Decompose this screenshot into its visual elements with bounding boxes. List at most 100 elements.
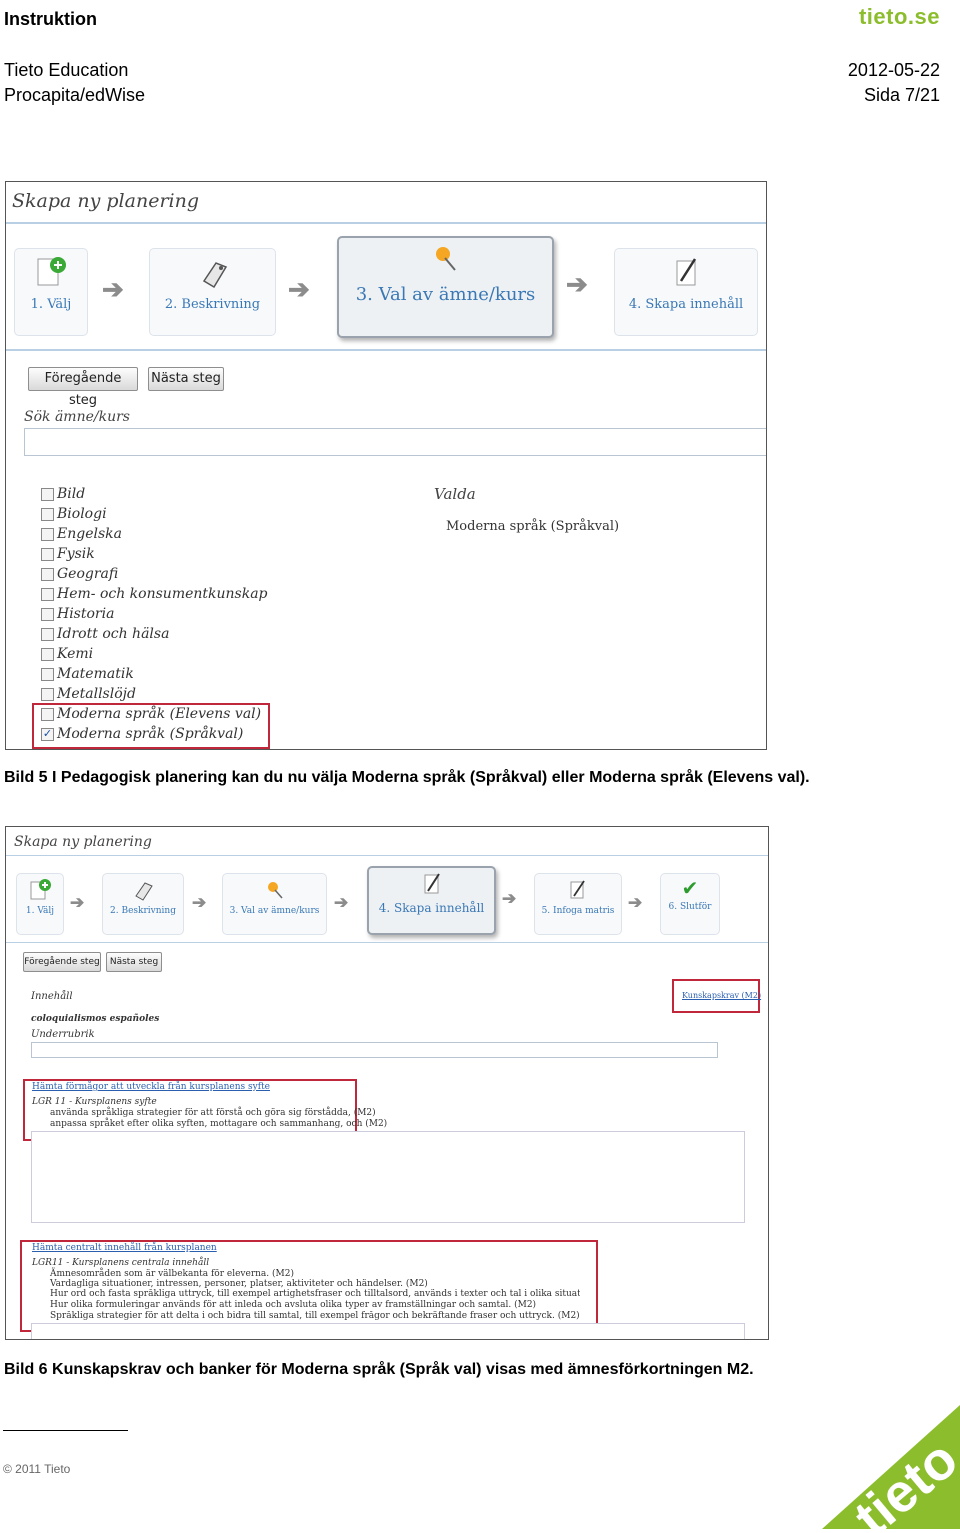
subject-label: Bild xyxy=(57,486,86,502)
selected-heading: Valda xyxy=(434,485,476,503)
previous-step-button[interactable]: Föregående steg xyxy=(23,952,101,972)
selected-item[interactable]: Moderna språk (Språkval) xyxy=(446,519,619,534)
step-1-valj[interactable]: 1. Välj xyxy=(14,248,88,336)
step-label: 5. Infoga matris xyxy=(541,906,615,916)
product-name: Procapita/edWise xyxy=(4,85,146,105)
copyright: © 2011 Tieto xyxy=(3,1462,71,1476)
highlight-box xyxy=(32,703,270,749)
arrow-right-icon: ➔ xyxy=(288,274,310,304)
centralt-textarea[interactable] xyxy=(31,1323,745,1339)
screenshot-2: Skapa ny planering 1. Välj ➔ 2. Beskrivn… xyxy=(5,826,769,1340)
subject-checkbox[interactable] xyxy=(41,588,54,601)
previous-step-button[interactable]: Föregående steg xyxy=(28,367,138,408)
new-document-icon xyxy=(30,879,51,900)
content-title: coloquialismos españoles xyxy=(31,1014,160,1024)
subject-checkbox[interactable] xyxy=(41,648,54,661)
content-label: Innehåll xyxy=(31,991,73,1002)
hamta-formagor-link[interactable]: Hämta förmågor att utveckla från kurspla… xyxy=(32,1082,270,1092)
caption-bild-5: Bild 5 I Pedagogisk planering kan du nu … xyxy=(4,769,810,786)
subject-label: Engelska xyxy=(57,526,122,542)
syfte-textarea[interactable] xyxy=(31,1131,745,1223)
subject-label: Geografi xyxy=(57,566,119,582)
centralt-line: Hur olika formuleringar används för att … xyxy=(50,1300,537,1310)
step-2-beskrivning[interactable]: 2. Beskrivning xyxy=(102,873,184,935)
tag-icon xyxy=(135,882,153,901)
arrow-right-icon: ➔ xyxy=(192,893,207,912)
search-label: Sök ämne/kurs xyxy=(24,409,130,425)
syfte-heading: LGR 11 - Kursplanens syfte xyxy=(32,1097,157,1107)
subject-label: Matematik xyxy=(57,666,134,682)
pencil-document-icon xyxy=(424,873,440,894)
subject-label: Metallslöjd xyxy=(57,686,136,702)
kunskapskrav-link[interactable]: Kunskapskrav (M2) xyxy=(682,991,761,1000)
footer-divider xyxy=(3,1430,128,1431)
subject-checkbox[interactable] xyxy=(41,668,54,681)
arrow-right-icon: ➔ xyxy=(566,269,588,299)
document-date: 2012-05-22 xyxy=(847,60,940,80)
arrow-right-icon: ➔ xyxy=(334,893,349,912)
shot2-title: Skapa ny planering xyxy=(14,834,152,850)
step-2-beskrivning[interactable]: 2. Beskrivning xyxy=(149,248,276,336)
next-step-button[interactable]: Nästa steg xyxy=(148,367,224,391)
pencil-document-icon xyxy=(676,258,697,286)
pushpin-icon xyxy=(435,247,456,271)
arrow-right-icon: ➔ xyxy=(70,893,85,912)
step-label: 1. Välj xyxy=(25,906,55,916)
step-1-valj[interactable]: 1. Välj xyxy=(16,873,64,935)
centralt-line: Ämnesområden som är välbekanta för eleve… xyxy=(50,1269,294,1279)
tag-icon xyxy=(202,262,227,289)
subject-checkbox[interactable] xyxy=(41,528,54,541)
step-label: 1. Välj xyxy=(30,297,72,312)
new-document-icon xyxy=(37,257,66,286)
subject-checkbox[interactable] xyxy=(41,488,54,501)
step-4-skapa-innehall[interactable]: 4. Skapa innehåll xyxy=(367,866,496,935)
hamta-centralt-innehall-link[interactable]: Hämta centralt innehåll från kursplanen xyxy=(32,1243,217,1253)
centralt-line: Språkliga strategier för att delta i och… xyxy=(50,1311,580,1321)
next-step-button[interactable]: Nästa steg xyxy=(106,952,162,972)
subject-label: Kemi xyxy=(57,646,94,662)
tieto-logo: tieto.se xyxy=(858,4,940,29)
subject-label: Hem- och konsumentkunskap xyxy=(57,586,268,602)
subject-checkbox[interactable] xyxy=(41,688,54,701)
company-name: Tieto Education xyxy=(4,60,129,80)
subheading-input[interactable] xyxy=(31,1042,718,1058)
caption-bild-6: Bild 6 Kunskapskrav och banker för Moder… xyxy=(4,1361,754,1378)
subject-checkbox[interactable] xyxy=(41,508,54,521)
arrow-right-icon: ➔ xyxy=(102,274,124,304)
step-label: 2. Beskrivning xyxy=(110,906,176,916)
step-3-val-av-amne[interactable]: 3. Val av ämne/kurs xyxy=(337,236,554,338)
step-label: 3. Val av ämne/kurs xyxy=(229,906,320,916)
step-5-infoga-matris[interactable]: 5. Infoga matris xyxy=(534,873,622,935)
screenshot-1: Skapa ny planering 1. Välj ➔ 2. Beskrivn… xyxy=(5,181,767,750)
document-title: Instruktion xyxy=(4,9,97,29)
arrow-right-icon: ➔ xyxy=(628,893,643,912)
pencil-document-icon xyxy=(570,880,585,899)
centralt-line: Vardagliga situationer, intressen, perso… xyxy=(50,1279,428,1289)
subject-label: Historia xyxy=(57,606,115,622)
subject-label: Biologi xyxy=(57,506,107,522)
arrow-right-icon: ➔ xyxy=(502,889,517,908)
centralt-heading: LGR11 - Kursplanens centrala innehåll xyxy=(32,1258,210,1268)
syfte-line: använda språkliga strategier för att för… xyxy=(50,1108,376,1118)
step-label: 4. Skapa innehåll xyxy=(378,901,485,915)
step-label: 6. Slutför xyxy=(668,902,712,912)
step-label: 4. Skapa innehåll xyxy=(628,297,744,312)
syfte-line: anpassa språket efter olika syften, mott… xyxy=(50,1119,388,1129)
subject-checkbox[interactable] xyxy=(41,628,54,641)
step-label: 3. Val av ämne/kurs xyxy=(355,284,536,305)
step-6-slutfor[interactable]: ✔ 6. Slutför xyxy=(660,873,720,935)
tieto-brand-graphic: tieto xyxy=(822,1405,960,1529)
subject-checkbox[interactable] xyxy=(41,568,54,581)
sub-label: Underrubrik xyxy=(31,1029,95,1040)
page-number: Sida 7/21 xyxy=(863,85,940,105)
centralt-line: Hur ord och fasta språkliga uttryck, til… xyxy=(50,1289,580,1299)
step-label: 2. Beskrivning xyxy=(164,297,261,312)
subject-checkbox[interactable] xyxy=(41,608,54,621)
shot1-title: Skapa ny planering xyxy=(12,190,200,212)
step-4-skapa-innehall[interactable]: 4. Skapa innehåll xyxy=(614,248,758,336)
search-subject-input[interactable] xyxy=(24,428,766,456)
pushpin-icon xyxy=(267,882,283,899)
subject-checkbox[interactable] xyxy=(41,548,54,561)
step-3-val-av-amne[interactable]: 3. Val av ämne/kurs xyxy=(222,873,327,935)
subject-label: Fysik xyxy=(57,546,95,562)
